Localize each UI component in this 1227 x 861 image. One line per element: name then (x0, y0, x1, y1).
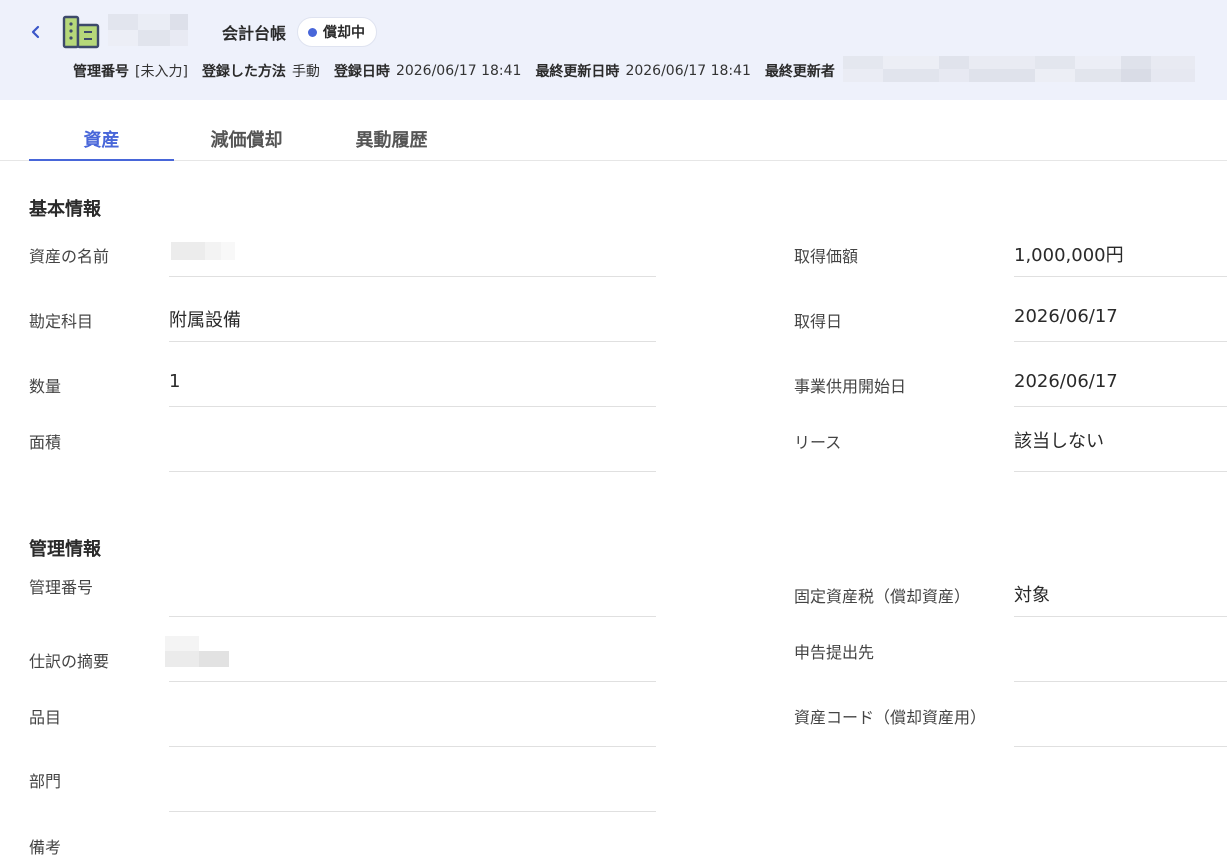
field-underline (169, 616, 656, 617)
status-dot-icon (308, 27, 317, 37)
meta-value-registered-at: 2026/06/17 18:41 (395, 63, 522, 79)
field-value-service-start-date: 2026/06/17 (1014, 371, 1118, 392)
meta-value-management-number: [未入力] (135, 64, 188, 80)
field-label-filing-destination: 申告提出先 (794, 643, 875, 662)
journal-summary-redacted-block (199, 651, 229, 667)
field-label-journal-summary: 仕訳の摘要 (29, 652, 110, 671)
field-label-fixed-asset-tax: 固定資産税（償却資産） (794, 587, 971, 606)
field-underline (1014, 746, 1227, 747)
journal-summary-redacted-block (165, 651, 199, 667)
meta-key-updated-at: 最終更新日時 (535, 64, 620, 80)
field-label-remarks: 備考 (29, 838, 62, 857)
field-value-lease: 該当しない (1014, 431, 1104, 452)
section-title-management-info: 管理情報 (29, 539, 101, 560)
field-value-acquisition-date: 2026/06/17 (1014, 306, 1118, 327)
field-label-account-title: 勘定科目 (29, 312, 94, 331)
field-underline (169, 811, 656, 812)
field-value-fixed-asset-tax: 対象 (1014, 585, 1050, 606)
asset-meta-row: 管理番号 [未入力] 登録した方法 手動 登録日時 2026/06/17 18:… (73, 61, 835, 81)
status-label: 償却中 (323, 25, 365, 41)
field-underline (1014, 341, 1227, 342)
field-label-service-start-date: 事業供用開始日 (794, 377, 907, 396)
asset-name-redacted-block (205, 242, 221, 260)
field-label-department: 部門 (29, 772, 62, 791)
tab-impairment[interactable]: 減価償却 (174, 126, 319, 161)
meta-key-management-number: 管理番号 (73, 64, 129, 80)
field-underline (169, 471, 656, 472)
field-underline (1014, 471, 1227, 472)
field-underline (169, 746, 656, 747)
field-label-acquisition-cost: 取得価額 (794, 247, 859, 266)
back-button[interactable] (26, 20, 46, 44)
field-label-acquisition-date: 取得日 (794, 312, 843, 331)
field-underline (169, 276, 656, 277)
field-label-item: 品目 (29, 708, 62, 727)
tab-bar: 資産 減価償却 異動履歴 (0, 100, 1227, 161)
field-label-lease: リース (794, 433, 842, 452)
field-label-management-number: 管理番号 (29, 578, 94, 597)
building-icon (62, 15, 100, 49)
asset-name-redacted-block (221, 242, 235, 260)
field-value-quantity: 1 (169, 371, 181, 392)
section-title-basic-info: 基本情報 (29, 199, 101, 220)
tab-transfer-history[interactable]: 異動履歴 (319, 126, 464, 161)
field-underline (1014, 406, 1227, 407)
updated-by-redacted (843, 56, 1195, 82)
field-label-area: 面積 (29, 433, 62, 452)
field-underline (1014, 616, 1227, 617)
asset-name-redacted-block (171, 242, 205, 260)
meta-key-updated-by: 最終更新者 (764, 64, 835, 80)
field-underline (169, 406, 656, 407)
field-underline (1014, 681, 1227, 682)
meta-value-updated-at: 2026/06/17 18:41 (625, 63, 751, 79)
chevron-left-icon (31, 25, 40, 39)
field-label-asset-name: 資産の名前 (29, 247, 110, 266)
meta-key-registered-at: 登録日時 (333, 64, 390, 80)
field-underline (1014, 276, 1227, 277)
asset-name-redacted (108, 14, 200, 46)
field-label-asset-code: 資産コード（償却資産用） (794, 708, 987, 727)
meta-key-registration-method: 登録した方法 (201, 64, 286, 80)
ledger-type-label: 会計台帳 (222, 24, 287, 43)
asset-header: 会計台帳 償却中 管理番号 [未入力] 登録した方法 手動 登録日時 2026/… (0, 0, 1227, 100)
journal-summary-redacted-block (165, 636, 199, 651)
status-badge: 償却中 (297, 17, 377, 47)
field-underline (169, 681, 656, 682)
tab-assets[interactable]: 資産 (29, 126, 174, 161)
field-underline (169, 341, 656, 342)
field-label-quantity: 数量 (29, 377, 62, 396)
field-value-account-title: 附属設備 (169, 310, 241, 331)
field-value-acquisition-cost: 1,000,000円 (1014, 245, 1124, 266)
meta-value-registration-method: 手動 (291, 64, 320, 80)
